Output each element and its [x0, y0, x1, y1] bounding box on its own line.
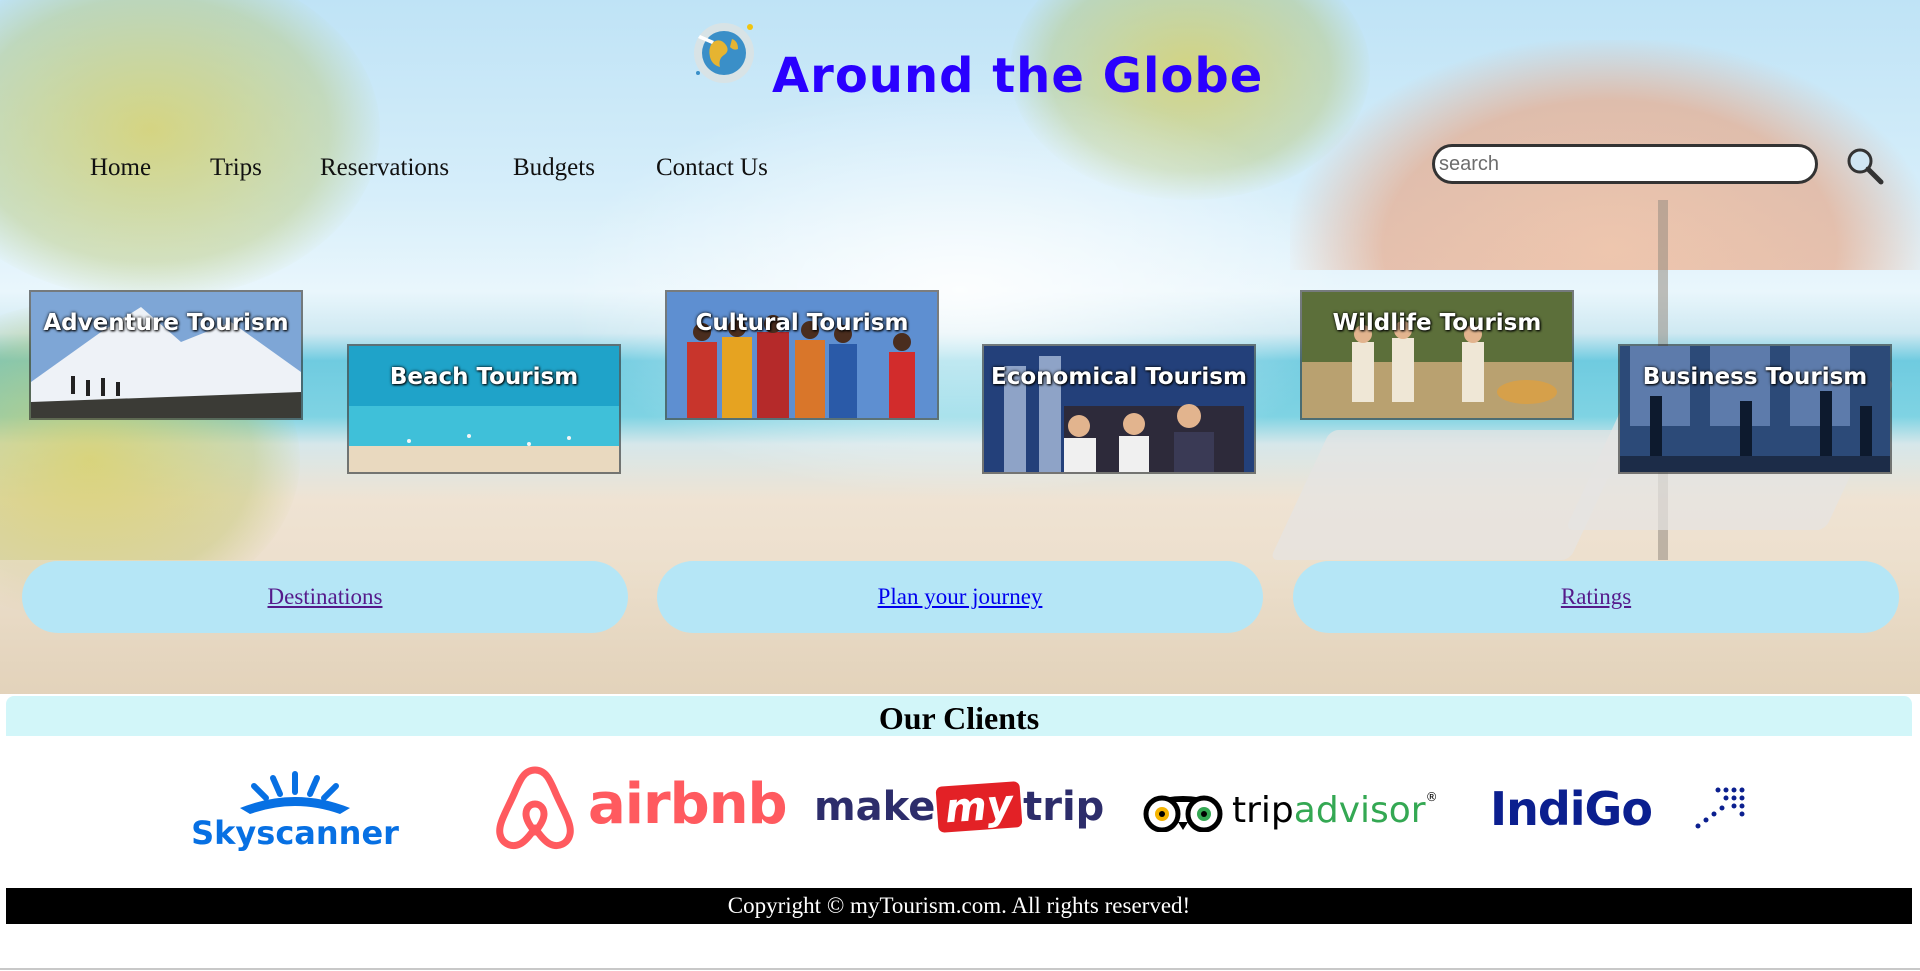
makemytrip-logo[interactable]: make my trip	[814, 781, 1114, 834]
category-card-economical[interactable]: Economical Tourism	[984, 346, 1254, 472]
tripadvisor-owl-icon	[1143, 795, 1223, 832]
site-title: Around the Globe	[772, 48, 1264, 104]
tripadvisor-logo[interactable]: tripadvisor®	[1140, 790, 1460, 840]
plan-journey-pill: Plan your journey	[657, 561, 1263, 633]
nav-item-contact-us[interactable]: Contact Us	[656, 154, 768, 182]
search-input[interactable]	[1432, 144, 1818, 184]
nav-item-trips[interactable]: Trips	[210, 154, 262, 182]
skyscanner-wordmark: Skyscanner	[191, 814, 399, 852]
tripadvisor-trip: trip	[1232, 790, 1294, 831]
category-card-adventure[interactable]: Adventure Tourism	[31, 292, 301, 418]
category-label: Adventure Tourism	[43, 310, 289, 336]
category-card-business[interactable]: Business Tourism	[1620, 346, 1890, 472]
globe-logo-icon	[688, 15, 758, 85]
clients-logos: Skyscanner airbnb make my trip tripadvisor…	[0, 738, 1920, 888]
footer: Copyright © myTourism.com. All rights re…	[6, 888, 1912, 924]
category-label: Economical Tourism	[991, 364, 1247, 390]
skyscanner-sunrise-icon	[240, 771, 350, 814]
indigo-plane-dots-icon	[1695, 787, 1745, 829]
makemytrip-trip: trip	[1023, 784, 1105, 830]
destinations-link[interactable]: Destinations	[268, 584, 383, 610]
destinations-pill: Destinations	[22, 561, 628, 633]
airbnb-logo[interactable]: airbnb	[494, 764, 788, 854]
category-label: Cultural Tourism	[695, 310, 909, 336]
airbnb-belo-icon	[496, 766, 574, 850]
indigo-wordmark: IndiGo	[1490, 782, 1653, 836]
nav-item-budgets[interactable]: Budgets	[513, 154, 595, 182]
category-label: Wildlife Tourism	[1332, 310, 1542, 336]
ratings-link[interactable]: Ratings	[1561, 584, 1631, 610]
nav-item-reservations[interactable]: Reservations	[320, 154, 449, 182]
plan-journey-link[interactable]: Plan your journey	[878, 584, 1043, 610]
category-card-cultural[interactable]: Cultural Tourism	[667, 292, 937, 418]
ratings-pill: Ratings	[1293, 561, 1899, 633]
search-icon[interactable]	[1845, 146, 1885, 186]
clients-header: Our Clients	[6, 696, 1912, 736]
category-label: Business Tourism	[1642, 364, 1868, 390]
category-label: Beach Tourism	[389, 364, 579, 390]
category-card-wildlife[interactable]: Wildlife Tourism	[1302, 292, 1572, 418]
divider	[0, 968, 1920, 970]
tripadvisor-registered-mark: ®	[1425, 790, 1438, 804]
makemytrip-make: make	[814, 784, 936, 830]
category-card-beach[interactable]: Beach Tourism	[349, 346, 619, 472]
clients-heading: Our Clients	[878, 700, 1040, 736]
airbnb-wordmark: airbnb	[588, 772, 788, 837]
tripadvisor-advisor: advisor	[1293, 790, 1426, 831]
nav-item-home[interactable]: Home	[90, 154, 151, 182]
skyscanner-logo[interactable]: Skyscanner	[170, 768, 420, 852]
makemytrip-my: my	[935, 781, 1023, 833]
indigo-logo[interactable]: IndiGo	[1490, 782, 1770, 842]
